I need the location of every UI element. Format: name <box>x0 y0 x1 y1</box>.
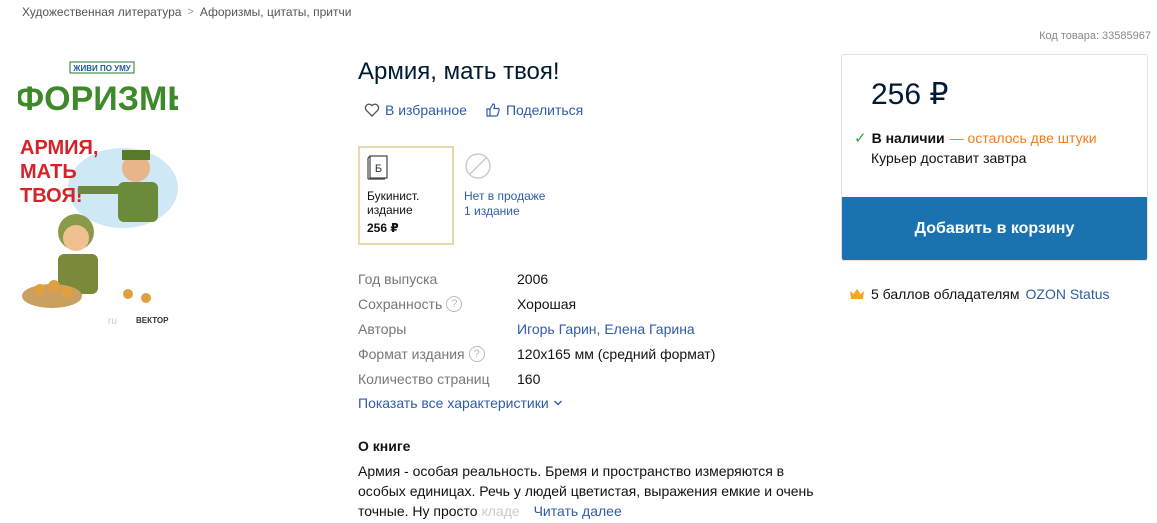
characteristic-row-pages: Количество страниц 160 <box>358 366 715 391</box>
price: 256 ₽ <box>871 78 949 111</box>
share-button[interactable]: Поделиться <box>485 102 583 118</box>
status-text: 5 баллов обладателям <box>871 286 1020 302</box>
edition-used-label-1: Букинист. <box>367 189 420 203</box>
characteristic-row-condition: Сохранность? Хорошая <box>358 291 715 316</box>
cover-heading: АФОРИЗМЫ <box>18 80 178 118</box>
breadcrumb-separator-icon: > <box>187 6 194 18</box>
cover-subtitle-3: ТВОЯ! <box>20 185 83 207</box>
help-icon[interactable]: ? <box>446 295 463 312</box>
about-heading: О книге <box>358 438 411 454</box>
characteristics-list: Год выпуска 2006 Сохранность? Хорошая Ав… <box>358 266 715 391</box>
favorite-button[interactable]: В избранное <box>364 102 467 118</box>
crown-icon <box>850 289 864 299</box>
characteristic-value: 160 <box>517 370 541 387</box>
stock-remaining: — осталось две штуки <box>949 130 1097 146</box>
characteristic-key: Формат издания <box>358 345 465 362</box>
breadcrumb-item-aphorisms[interactable]: Афоризмы, цитаты, притчи <box>200 5 352 19</box>
add-to-cart-button[interactable]: Добавить в корзину <box>842 197 1147 260</box>
cover-watermark: ru <box>108 316 117 327</box>
edition-card-used[interactable]: Б Букинист. издание 256 ₽ <box>358 146 454 245</box>
edition-card-unavailable[interactable]: Нет в продаже 1 издание <box>462 146 552 245</box>
show-all-label: Показать все характеристики <box>358 395 549 411</box>
heart-icon <box>364 103 380 117</box>
characteristic-key: Авторы <box>358 320 407 337</box>
edition-unavailable-label-1: Нет в продаже <box>464 189 546 203</box>
in-stock-label: В наличии <box>871 130 945 146</box>
authors-link[interactable]: Игорь Гарин, Елена Гарина <box>517 321 695 337</box>
characteristic-row-authors: Авторы Игорь Гарин, Елена Гарина <box>358 316 715 341</box>
buy-box: 256 ₽ ✓ В наличии — осталось две штуки К… <box>841 54 1148 261</box>
characteristic-key: Год выпуска <box>358 270 438 287</box>
read-more-link[interactable]: Читать далее <box>534 503 622 519</box>
book-icon-letter: Б <box>375 163 382 175</box>
stock-status: ✓ В наличии — осталось две штуки <box>854 129 1097 147</box>
product-actions: В избранное Поделиться <box>364 102 583 118</box>
breadcrumb-item-fiction[interactable]: Художественная литература <box>22 5 181 19</box>
characteristic-value: 2006 <box>517 270 549 287</box>
edition-unavailable-label-2: 1 издание <box>464 204 520 218</box>
favorite-label: В избранное <box>385 102 467 118</box>
about-text: Армия - особая реальность. Бремя и прост… <box>358 461 828 521</box>
cover-subtitle-2: МАТЬ <box>20 161 77 183</box>
about-faded: кладе <box>481 503 520 519</box>
editions-selector: Б Букинист. издание 256 ₽ Нет в продаже … <box>358 146 552 245</box>
characteristic-row-year: Год выпуска 2006 <box>358 266 715 291</box>
characteristic-value: 120x165 мм (средний формат) <box>517 345 716 362</box>
characteristic-key: Количество страниц <box>358 370 490 387</box>
characteristic-key: Сохранность <box>358 295 443 312</box>
ozon-status-link[interactable]: OZON Status <box>1026 286 1110 302</box>
ozon-status-promo: 5 баллов обладателям OZON Status <box>849 286 1110 302</box>
book-cover-image[interactable]: ЖИВИ ПО УМУ АФОРИЗМЫ АРМИЯ, МАТЬ ТВОЯ! r… <box>0 58 201 328</box>
product-title: Армия, мать твоя! <box>358 58 560 85</box>
thumbs-up-icon <box>486 103 500 117</box>
check-icon: ✓ <box>854 130 867 147</box>
unavailable-icon <box>465 153 491 179</box>
share-label: Поделиться <box>505 102 584 118</box>
book-icon: Б <box>367 155 388 180</box>
help-icon[interactable]: ? <box>468 345 485 362</box>
cover-series: ЖИВИ ПО УМУ <box>72 64 132 73</box>
cover-publisher: ВЕКТОР <box>136 316 169 325</box>
edition-used-label-2: издание <box>367 203 413 217</box>
cover-subtitle-1: АРМИЯ, <box>20 137 99 159</box>
breadcrumb: Художественная литература > Афоризмы, ци… <box>22 5 351 19</box>
edition-used-price: 256 ₽ <box>367 221 399 235</box>
characteristic-value: Хорошая <box>517 295 577 312</box>
chevron-down-icon <box>553 400 562 406</box>
characteristic-row-format: Формат издания? 120x165 мм (средний форм… <box>358 341 715 366</box>
show-all-characteristics-link[interactable]: Показать все характеристики <box>358 395 563 411</box>
product-code: Код товара: 33585967 <box>1039 30 1151 42</box>
delivery-info: Курьер доставит завтра <box>871 150 1027 166</box>
